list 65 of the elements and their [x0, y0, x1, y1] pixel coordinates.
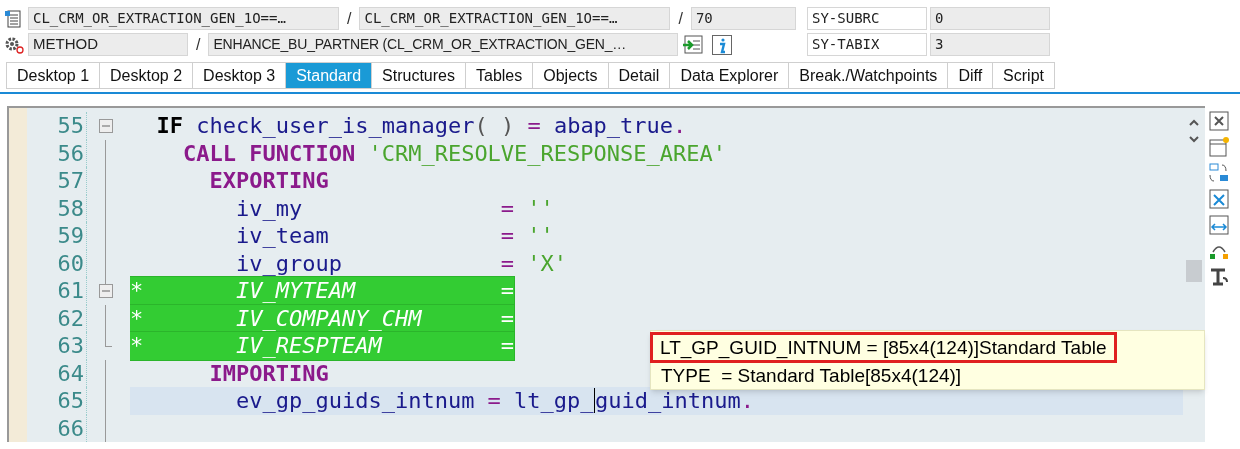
tab[interactable]: Detail [607, 62, 671, 89]
code-token: = [526, 112, 541, 140]
tab[interactable]: Diff [947, 62, 994, 89]
tab[interactable]: Desktop 3 [192, 62, 287, 89]
width-icon[interactable] [1208, 214, 1230, 236]
tab[interactable]: Data Explorer [669, 62, 790, 89]
path-separator: / [195, 34, 202, 55]
fold-toggle-icon[interactable] [99, 284, 113, 298]
code-token: CALL FUNCTION [181, 139, 356, 167]
code-token: iv_my [234, 194, 303, 222]
system-field-label: SY-TABIX [807, 33, 927, 56]
tab[interactable]: Desktop 1 [6, 62, 101, 89]
text-field[interactable]: METHOD [28, 33, 188, 56]
scroll-up-icon[interactable] [1188, 118, 1200, 128]
scrollbar-thumb[interactable] [1186, 260, 1202, 282]
code-token: * IV_RESPTEAM = [130, 332, 515, 360]
code-token: check_user_is_manager [195, 112, 475, 140]
code-token: = [499, 222, 515, 250]
code-token: IMPORTING [208, 359, 329, 387]
code-token: * IV_MYTEAM = [130, 277, 515, 305]
text-field[interactable]: ENHANCE_BU_PARTNER (CL_CRM_OR_EXTRACTION_GEN_… [208, 33, 679, 56]
text-field[interactable]: CL_CRM_OR_EXTRACTION_GEN_1O==… [359, 7, 671, 30]
code-token: * IV_COMPANY_CHM = [130, 304, 515, 332]
code-token: guid_intnum [595, 387, 741, 415]
tab[interactable]: Desktop 2 [99, 62, 194, 89]
code-token: abap_true [552, 112, 674, 140]
code-token: EXPORTING [208, 167, 329, 195]
code-token: = [499, 194, 515, 222]
document-icon [5, 8, 23, 29]
tab[interactable]: Break./Watchpoints [788, 62, 949, 89]
code-token: IF [155, 112, 183, 140]
code-token: ( ) [474, 112, 515, 140]
path-separator: / [677, 8, 684, 29]
maximize-icon[interactable] [1208, 188, 1230, 210]
text-field[interactable]: CL_CRM_OR_EXTRACTION_GEN_1O==… [28, 7, 339, 30]
code-token: iv_group [234, 249, 342, 277]
code-token: = [499, 249, 515, 277]
info-icon[interactable] [712, 34, 733, 55]
code-token: 'X' [526, 249, 568, 277]
scroll-down-icon[interactable] [1188, 134, 1200, 144]
code-token: . [740, 387, 755, 415]
code-token: 'CRM_RESOLVE_RESPONSE_AREA' [367, 139, 727, 167]
code-token: . [673, 112, 687, 140]
tab[interactable]: Script [992, 62, 1055, 89]
tab[interactable]: Objects [532, 62, 609, 89]
close-icon[interactable] [1208, 110, 1230, 132]
text-field[interactable]: 70 [690, 7, 796, 30]
tab[interactable]: Tables [465, 62, 534, 89]
line-number: 65 [27, 387, 87, 415]
tools-icon[interactable] [1208, 266, 1230, 288]
fold-toggle-icon[interactable] [99, 119, 113, 133]
code-token: ev_gp_guids_intnum [234, 387, 475, 415]
tooltip-line: TYPE = Standard Table[85x4(124)] [660, 364, 963, 388]
code-token: '' [526, 194, 554, 222]
code-token: '' [526, 222, 554, 250]
swap-icon[interactable] [1208, 162, 1230, 184]
system-field-label: SY-SUBRC [807, 7, 927, 30]
path-separator: / [346, 8, 353, 29]
code-token: = [486, 387, 501, 415]
tab[interactable]: Structures [371, 62, 466, 89]
system-field-value: 0 [930, 7, 1050, 30]
code-token: lt_gp_ [513, 387, 594, 415]
code-token: iv_team [234, 222, 329, 250]
system-field-value: 3 [930, 33, 1050, 56]
transfer-icon[interactable] [682, 34, 705, 55]
